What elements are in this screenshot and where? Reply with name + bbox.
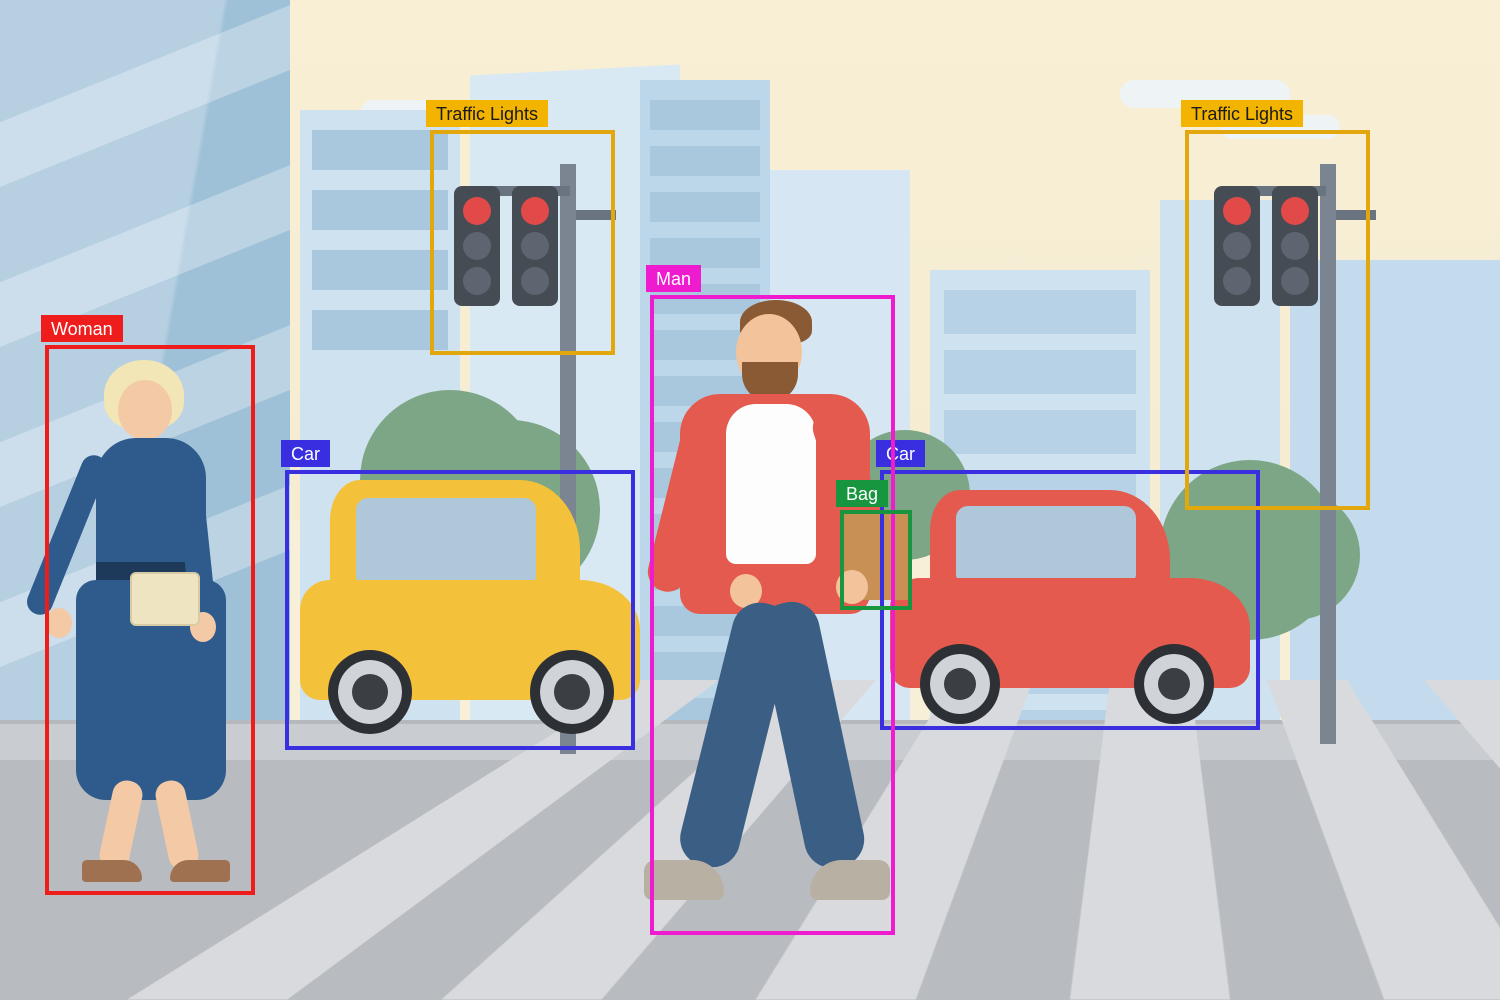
detection-man[interactable]: Man [650, 295, 895, 935]
detection-box[interactable] [45, 345, 255, 895]
detection-box[interactable] [1185, 130, 1370, 510]
detection-woman[interactable]: Woman [45, 345, 255, 895]
detection-label[interactable]: Woman [41, 315, 123, 342]
detection-bag[interactable]: Bag [840, 510, 912, 610]
detection-label[interactable]: Man [646, 265, 701, 292]
detection-box[interactable] [840, 510, 912, 610]
detection-box[interactable] [285, 470, 635, 750]
detection-label[interactable]: Bag [836, 480, 888, 507]
detection-car_left[interactable]: Car [285, 470, 635, 750]
detection-label[interactable]: Traffic Lights [1181, 100, 1303, 127]
detection-label[interactable]: Traffic Lights [426, 100, 548, 127]
detection-box[interactable] [650, 295, 895, 935]
detection-label[interactable]: Car [281, 440, 330, 467]
detection-tl_left[interactable]: Traffic Lights [430, 130, 615, 355]
detection-box[interactable] [430, 130, 615, 355]
detection-overlay-layer: WomanCarCarTraffic LightsTraffic LightsM… [0, 0, 1500, 1000]
detection-tl_right[interactable]: Traffic Lights [1185, 130, 1370, 510]
